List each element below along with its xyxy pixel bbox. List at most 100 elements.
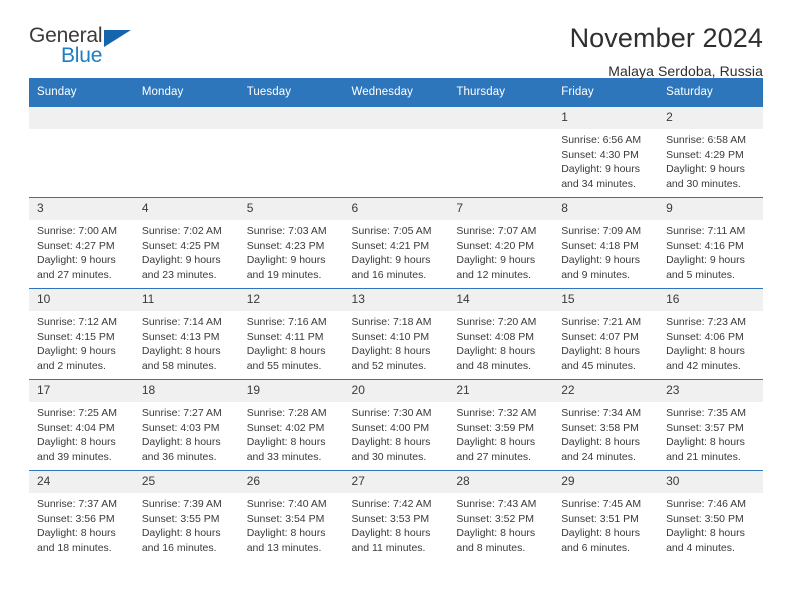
calendar-day-cell[interactable]: 24 Sunrise: 7:37 AM Sunset: 3:56 PM Dayligh… <box>29 470 134 561</box>
day-number: 10 <box>29 289 134 311</box>
sunset-text: Sunset: 4:11 PM <box>246 330 324 343</box>
day-number: 14 <box>448 289 554 311</box>
page-header: General Blue November 2024 Malaya Serdob… <box>29 0 763 78</box>
calendar-day-cell[interactable]: 29 Sunrise: 7:45 AM Sunset: 3:51 PM Dayligh… <box>553 470 659 561</box>
calendar-day-cell[interactable]: 10 Sunrise: 7:12 AM Sunset: 4:15 PM Dayligh… <box>29 288 134 380</box>
day-number: 8 <box>553 198 659 220</box>
sunrise-text: Sunrise: 6:56 AM <box>561 134 642 146</box>
calendar-day-cell[interactable]: 14 Sunrise: 7:20 AM Sunset: 4:08 PM Dayligh… <box>448 288 554 380</box>
day-number: 2 <box>658 107 763 129</box>
day-cell-inner <box>448 107 554 197</box>
day-cell-inner: 23 Sunrise: 7:35 AM Sunset: 3:57 PM Dayligh… <box>658 380 763 470</box>
day-sun-info: Sunrise: 7:42 AM Sunset: 3:53 PM Daylight:… <box>344 493 449 555</box>
day-sun-info: Sunrise: 7:16 AM Sunset: 4:11 PM Daylight:… <box>239 311 344 373</box>
calendar-day-cell[interactable]: 28 Sunrise: 7:43 AM Sunset: 3:52 PM Dayligh… <box>448 470 554 561</box>
day-cell-inner: 6 Sunrise: 7:05 AM Sunset: 4:21 PM Daylight… <box>343 198 449 288</box>
calendar-day-cell[interactable]: 2 Sunrise: 6:58 AM Sunset: 4:29 PM Daylight… <box>658 106 763 198</box>
sunset-text: Sunset: 4:02 PM <box>246 421 325 434</box>
sunrise-text: Sunrise: 7:00 AM <box>37 225 117 237</box>
daylight-text: Daylight: 9 hours and 23 minutes. <box>141 254 221 281</box>
day-cell-inner: 29 Sunrise: 7:45 AM Sunset: 3:51 PM Dayligh… <box>553 471 659 561</box>
daylight-text: Daylight: 9 hours and 16 minutes. <box>351 254 431 281</box>
daylight-text: Daylight: 8 hours and 11 minutes. <box>351 527 431 554</box>
calendar-day-cell-empty <box>29 106 134 198</box>
day-number: 1 <box>553 107 659 129</box>
day-cell-inner: 10 Sunrise: 7:12 AM Sunset: 4:15 PM Dayligh… <box>29 289 134 379</box>
sunrise-text: Sunrise: 7:34 AM <box>561 407 642 419</box>
calendar-day-cell[interactable]: 13 Sunrise: 7:18 AM Sunset: 4:10 PM Dayligh… <box>343 288 449 380</box>
general-blue-logo: General Blue <box>29 24 149 72</box>
calendar-day-cell-empty <box>343 106 449 198</box>
day-sun-info: Sunrise: 7:23 AM Sunset: 4:06 PM Daylight:… <box>658 311 763 373</box>
calendar-day-cell-empty <box>133 106 239 198</box>
sunset-text: Sunset: 4:15 PM <box>37 330 115 343</box>
calendar-day-cell[interactable]: 8 Sunrise: 7:09 AM Sunset: 4:18 PM Daylight… <box>553 197 659 289</box>
day-sun-info: Sunrise: 7:12 AM Sunset: 4:15 PM Daylight:… <box>29 311 134 373</box>
calendar-week-row: 10 Sunrise: 7:12 AM Sunset: 4:15 PM Dayligh… <box>29 288 763 380</box>
day-cell-inner: 15 Sunrise: 7:21 AM Sunset: 4:07 PM Dayligh… <box>553 289 659 379</box>
calendar-day-cell[interactable]: 9 Sunrise: 7:11 AM Sunset: 4:16 PM Daylight… <box>658 197 763 289</box>
day-sun-info: Sunrise: 7:03 AM Sunset: 4:23 PM Daylight:… <box>239 220 344 282</box>
daylight-text: Daylight: 8 hours and 58 minutes. <box>141 345 221 372</box>
sunrise-text: Sunrise: 7:46 AM <box>666 498 747 510</box>
day-sun-info: Sunrise: 7:40 AM Sunset: 3:54 PM Daylight:… <box>239 493 344 555</box>
day-cell-inner: 14 Sunrise: 7:20 AM Sunset: 4:08 PM Dayligh… <box>448 289 554 379</box>
calendar-day-cell[interactable]: 12 Sunrise: 7:16 AM Sunset: 4:11 PM Dayligh… <box>238 288 344 380</box>
calendar-grid: Sunday Monday Tuesday Wednesday Thursday… <box>29 78 763 561</box>
day-sun-info: Sunrise: 7:05 AM Sunset: 4:21 PM Daylight:… <box>344 220 449 282</box>
daylight-text: Daylight: 9 hours and 9 minutes. <box>561 254 641 281</box>
weekday-header-sunday: Sunday <box>29 78 134 107</box>
day-number: 11 <box>133 289 239 311</box>
calendar-day-cell[interactable]: 7 Sunrise: 7:07 AM Sunset: 4:20 PM Daylight… <box>448 197 554 289</box>
calendar-day-cell[interactable]: 19 Sunrise: 7:28 AM Sunset: 4:02 PM Dayligh… <box>238 379 344 471</box>
day-sun-info: Sunrise: 7:07 AM Sunset: 4:20 PM Daylight:… <box>448 220 553 282</box>
day-number: 20 <box>343 380 449 402</box>
calendar-day-cell[interactable]: 11 Sunrise: 7:14 AM Sunset: 4:13 PM Dayligh… <box>133 288 239 380</box>
calendar-day-cell[interactable]: 3 Sunrise: 7:00 AM Sunset: 4:27 PM Daylight… <box>29 197 134 289</box>
calendar-day-cell[interactable]: 20 Sunrise: 7:30 AM Sunset: 4:00 PM Dayligh… <box>343 379 449 471</box>
sunrise-text: Sunrise: 7:45 AM <box>561 498 642 510</box>
day-number <box>29 107 134 129</box>
sunset-text: Sunset: 4:25 PM <box>141 239 220 252</box>
title-block: November 2024 Malaya Serdoba, Russia <box>570 23 763 79</box>
sunrise-text: Sunrise: 7:02 AM <box>141 225 222 237</box>
day-number: 30 <box>658 471 763 493</box>
day-cell-inner <box>133 107 239 197</box>
sunrise-text: Sunrise: 7:27 AM <box>141 407 222 419</box>
day-number: 12 <box>238 289 344 311</box>
calendar-day-cell[interactable]: 15 Sunrise: 7:21 AM Sunset: 4:07 PM Dayligh… <box>553 288 659 380</box>
day-cell-inner <box>29 107 134 197</box>
day-sun-info: Sunrise: 7:35 AM Sunset: 3:57 PM Daylight:… <box>658 402 763 464</box>
calendar-day-cell[interactable]: 16 Sunrise: 7:23 AM Sunset: 4:06 PM Dayligh… <box>658 288 763 380</box>
calendar-day-cell[interactable]: 26 Sunrise: 7:40 AM Sunset: 3:54 PM Dayligh… <box>238 470 344 561</box>
sunset-text: Sunset: 4:03 PM <box>141 421 220 434</box>
calendar-day-cell[interactable]: 21 Sunrise: 7:32 AM Sunset: 3:59 PM Dayligh… <box>448 379 554 471</box>
day-sun-info: Sunrise: 7:00 AM Sunset: 4:27 PM Daylight:… <box>29 220 134 282</box>
weekday-header-friday: Friday <box>553 78 659 107</box>
calendar-day-cell[interactable]: 6 Sunrise: 7:05 AM Sunset: 4:21 PM Daylight… <box>343 197 449 289</box>
sunset-text: Sunset: 4:04 PM <box>37 421 115 434</box>
sunset-text: Sunset: 4:08 PM <box>456 330 535 343</box>
sunset-text: Sunset: 3:58 PM <box>561 421 639 434</box>
calendar-day-cell[interactable]: 4 Sunrise: 7:02 AM Sunset: 4:25 PM Daylight… <box>133 197 239 289</box>
calendar-day-cell[interactable]: 23 Sunrise: 7:35 AM Sunset: 3:57 PM Dayligh… <box>658 379 763 471</box>
day-number <box>238 107 344 129</box>
calendar-day-cell[interactable]: 17 Sunrise: 7:25 AM Sunset: 4:04 PM Dayligh… <box>29 379 134 471</box>
sunset-text: Sunset: 4:27 PM <box>37 239 115 252</box>
day-number: 28 <box>448 471 554 493</box>
page-subtitle: Malaya Serdoba, Russia <box>608 62 763 79</box>
calendar-day-cell[interactable]: 25 Sunrise: 7:39 AM Sunset: 3:55 PM Dayligh… <box>133 470 239 561</box>
sunset-text: Sunset: 4:30 PM <box>561 148 639 161</box>
day-cell-inner: 27 Sunrise: 7:42 AM Sunset: 3:53 PM Dayligh… <box>343 471 449 561</box>
sunset-text: Sunset: 4:23 PM <box>246 239 325 252</box>
calendar-day-cell[interactable]: 5 Sunrise: 7:03 AM Sunset: 4:23 PM Daylight… <box>238 197 344 289</box>
day-sun-info: Sunrise: 7:45 AM Sunset: 3:51 PM Daylight:… <box>553 493 658 555</box>
sunset-text: Sunset: 3:53 PM <box>351 512 430 525</box>
calendar-day-cell[interactable]: 22 Sunrise: 7:34 AM Sunset: 3:58 PM Dayligh… <box>553 379 659 471</box>
day-number <box>133 107 239 129</box>
calendar-day-cell[interactable]: 27 Sunrise: 7:42 AM Sunset: 3:53 PM Dayligh… <box>343 470 449 561</box>
sunset-text: Sunset: 3:52 PM <box>456 512 535 525</box>
calendar-day-cell[interactable]: 18 Sunrise: 7:27 AM Sunset: 4:03 PM Dayligh… <box>133 379 239 471</box>
calendar-day-cell[interactable]: 30 Sunrise: 7:46 AM Sunset: 3:50 PM Dayligh… <box>658 470 763 561</box>
calendar-day-cell[interactable]: 1 Sunrise: 6:56 AM Sunset: 4:30 PM Daylight… <box>553 106 659 198</box>
